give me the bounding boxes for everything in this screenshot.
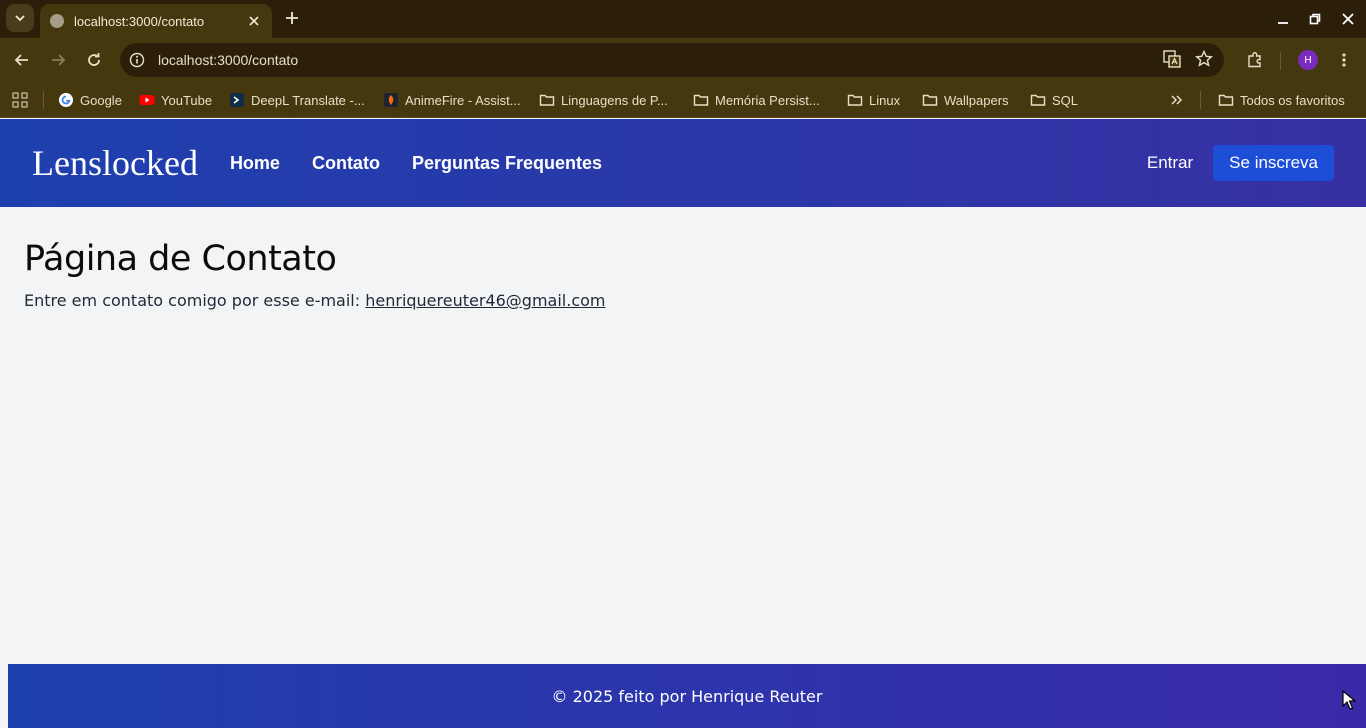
folder-icon (693, 92, 709, 108)
google-icon (58, 92, 74, 108)
url-text: localhost:3000/contato (158, 52, 299, 68)
folder-icon (1030, 92, 1046, 108)
bookmark-google[interactable]: Google (58, 91, 122, 109)
folder-icon (847, 92, 863, 108)
page-title: Página de Contato (24, 239, 337, 279)
forward-button[interactable] (46, 48, 70, 72)
reload-button[interactable] (82, 48, 106, 72)
deepl-icon (229, 92, 245, 108)
bookmark-label: SQL (1052, 92, 1079, 108)
bookmarks-overflow-button[interactable] (1170, 91, 1184, 109)
bookmarks-bar: Google YouTube DeepL Translate -... Anim… (0, 82, 1366, 118)
youtube-icon (139, 92, 155, 108)
tab-title: localhost:3000/contato (74, 13, 205, 29)
minimize-button[interactable] (1272, 8, 1294, 30)
nav-contact-link[interactable]: Contato (312, 153, 380, 174)
arrow-right-icon (52, 54, 66, 66)
tab-search-button[interactable] (6, 4, 34, 32)
bookmark-folder-linux[interactable]: Linux (847, 91, 900, 109)
tab-close-button[interactable] (246, 13, 262, 29)
translate-icon[interactable] (1160, 47, 1184, 71)
bookmark-label: Linguagens de P... (561, 92, 668, 108)
browser-menu-button[interactable] (1332, 48, 1356, 72)
restore-icon (1309, 13, 1321, 25)
folder-icon (922, 92, 938, 108)
email-link[interactable]: henriquereuter46@gmail.com (365, 291, 605, 310)
new-tab-button[interactable] (282, 8, 302, 28)
bookmark-deepl[interactable]: DeepL Translate -... (229, 91, 365, 109)
avatar: H (1298, 50, 1318, 70)
site-footer: © 2025 feito por Henrique Reuter (8, 664, 1366, 728)
more-vertical-icon (1342, 53, 1346, 67)
bookmark-label: Linux (869, 92, 901, 108)
chevron-double-right-icon (1171, 95, 1183, 105)
browser-toolbar: localhost:3000/contato H (0, 38, 1366, 82)
extensions-icon[interactable] (1243, 48, 1267, 72)
browser-tab-active[interactable]: localhost:3000/contato (40, 4, 272, 38)
bookmark-folder-linguagens[interactable]: Linguagens de P... (539, 91, 668, 109)
bookmark-label: DeepL Translate -... (251, 92, 365, 108)
site-info-icon[interactable] (128, 51, 146, 69)
bookmark-label: AnimeFire - Assist... (405, 92, 521, 108)
bookmark-folder-wallpapers[interactable]: Wallpapers (922, 91, 1009, 109)
all-bookmarks-label: Todos os favoritos (1240, 92, 1345, 108)
apps-grid-icon (12, 92, 28, 108)
profile-button[interactable]: H (1296, 48, 1320, 72)
main-content: Página de Contato Entre em contato comig… (0, 207, 1366, 310)
bookmark-folder-sql[interactable]: SQL (1030, 91, 1078, 109)
bookmark-label: YouTube (161, 92, 213, 108)
login-link[interactable]: Entrar (1147, 153, 1193, 173)
bookmarks-divider (43, 91, 44, 109)
reload-icon (88, 53, 100, 66)
address-bar[interactable]: localhost:3000/contato (120, 43, 1224, 77)
bookmark-folder-memoria[interactable]: Memória Persist... (693, 91, 820, 109)
folder-icon (1218, 92, 1234, 108)
toolbar-divider (1280, 52, 1281, 70)
bookmark-star-icon[interactable] (1192, 47, 1216, 71)
restore-button[interactable] (1304, 8, 1326, 30)
nav-home-link[interactable]: Home (230, 153, 280, 174)
footer-text: © 2025 feito por Henrique Reuter (551, 686, 823, 706)
contact-text: Entre em contato comigo por esse e-mail: (24, 291, 366, 310)
globe-icon (50, 14, 64, 28)
mouse-cursor-icon (1342, 690, 1356, 710)
all-bookmarks-button[interactable]: Todos os favoritos (1218, 91, 1345, 109)
minimize-icon (1278, 22, 1288, 24)
apps-button[interactable] (12, 91, 28, 109)
site-logo[interactable]: Lenslocked (32, 142, 198, 184)
site-header: Lenslocked Home Contato Perguntas Freque… (0, 119, 1366, 207)
bookmark-label: Wallpapers (944, 92, 1009, 108)
close-icon (249, 16, 259, 26)
close-window-button[interactable] (1337, 8, 1359, 30)
back-button[interactable] (10, 48, 34, 72)
bookmark-animefire[interactable]: AnimeFire - Assist... (383, 91, 521, 109)
nav-faq-link[interactable]: Perguntas Frequentes (412, 153, 602, 174)
plus-icon (286, 12, 298, 24)
signup-button[interactable]: Se inscreva (1213, 145, 1334, 181)
bookmarks-divider (1200, 91, 1201, 109)
bookmark-label: Google (80, 92, 122, 108)
folder-icon (539, 92, 555, 108)
chevron-down-icon (15, 15, 25, 22)
arrow-left-icon (14, 54, 28, 66)
auth-actions: Entrar Se inscreva (1147, 145, 1334, 181)
bookmark-youtube[interactable]: YouTube (139, 91, 212, 109)
animefire-icon (383, 92, 399, 108)
bookmark-label: Memória Persist... (715, 92, 820, 108)
close-icon (1342, 13, 1354, 25)
tab-strip: localhost:3000/contato (0, 0, 1366, 38)
contact-paragraph: Entre em contato comigo por esse e-mail:… (24, 291, 1342, 310)
